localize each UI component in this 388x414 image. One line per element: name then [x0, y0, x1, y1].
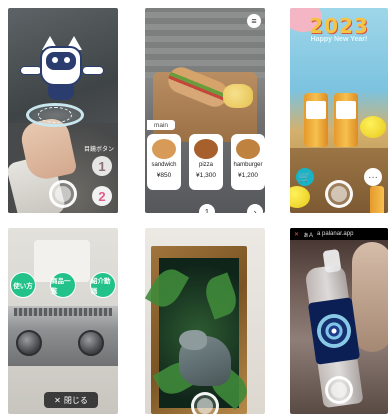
menu-card-pizza[interactable]: pizza ¥1,300 [189, 134, 223, 190]
product-list-button[interactable]: 商品一覧 [50, 272, 76, 298]
mascot-arm-left [20, 66, 42, 75]
more-icon[interactable]: ··· [364, 168, 382, 186]
close-button[interactable]: ✕ 閉じる [44, 392, 98, 408]
browser-bar: ✕ ぁA a palanar.app [290, 228, 388, 240]
menu-icon[interactable]: ≡ [247, 14, 261, 28]
ar-dinosaur-frame-tile [145, 228, 265, 414]
menu-item-name: hamburger [233, 162, 263, 168]
ar-bottle-tile: ✕ ぁA a palanar.app [290, 228, 388, 414]
menu-item-name: sandwich [151, 162, 177, 168]
mascot-face [46, 52, 76, 70]
next-arrow-icon[interactable]: › [247, 204, 263, 213]
shutter-button[interactable] [49, 180, 77, 208]
close-icon[interactable]: ✕ [294, 231, 299, 238]
side-button-label: 目鏡ボタン [83, 147, 114, 153]
mascot-eye-left [52, 57, 58, 63]
ar-mascot-tile: 目鏡ボタン 1 2 [8, 8, 118, 213]
cart-icon[interactable]: 🛒 [296, 168, 314, 186]
hamburger-thumbnail [236, 139, 260, 159]
greeting-text: Happy New Year! [310, 36, 368, 43]
appliance-vent [14, 308, 112, 316]
year-title: 2023 [309, 14, 369, 38]
ar-jungle-scene [145, 258, 254, 410]
person [352, 242, 388, 352]
appliance-knob [78, 330, 104, 356]
small-can [370, 186, 384, 213]
shutter-button[interactable] [191, 392, 219, 414]
menu-card-sandwich[interactable]: sandwich ¥850 [147, 134, 181, 190]
intro-video-button[interactable]: 紹介動画 [90, 272, 116, 298]
close-label: 閉じる [63, 395, 88, 405]
ar-bottle-label [307, 297, 361, 365]
menu-card-hamburger[interactable]: hamburger ¥1,200 [231, 134, 265, 190]
text-size-button[interactable]: ぁA [303, 230, 313, 239]
url-text: a palanar.app [317, 231, 354, 237]
number-button-1[interactable]: 1 [92, 156, 112, 176]
mascot-eye-right [64, 57, 70, 63]
mascot-legs [48, 84, 74, 100]
ar-new-year-tile: 2023 Happy New Year! 🛒 ··· [290, 8, 388, 213]
menu-item-price: ¥850 [156, 172, 172, 179]
shutter-button[interactable] [325, 180, 353, 208]
how-to-use-button[interactable]: 使い方 [10, 272, 36, 298]
menu-item-price: ¥1,300 [196, 172, 216, 179]
ar-appliance-tile: 使い方 商品一覧 紹介動画 ✕ 閉じる [8, 228, 118, 414]
category-tab[interactable]: main [147, 120, 175, 130]
close-icon: ✕ [54, 395, 61, 405]
lemon [360, 116, 386, 138]
ar-food-menu-tile: ≡ main sandwich ¥850 pizza ¥1,300 hambur… [145, 8, 265, 213]
shutter-button[interactable] [325, 376, 353, 404]
dinosaur-head [179, 330, 207, 350]
pizza-thumbnail [194, 139, 218, 159]
page-number-button[interactable]: 1 [199, 204, 215, 213]
sandwich-thumbnail [152, 139, 176, 159]
magic-circle-star [38, 107, 72, 123]
beverage-can [304, 93, 328, 147]
side-dish [223, 84, 253, 108]
appliance-knob [16, 330, 42, 356]
mascot-arm-right [82, 66, 104, 75]
number-button-2[interactable]: 2 [92, 186, 112, 206]
menu-item-price: ¥1,200 [238, 172, 258, 179]
beverage-can [334, 93, 358, 147]
menu-item-name: pizza [198, 162, 213, 168]
